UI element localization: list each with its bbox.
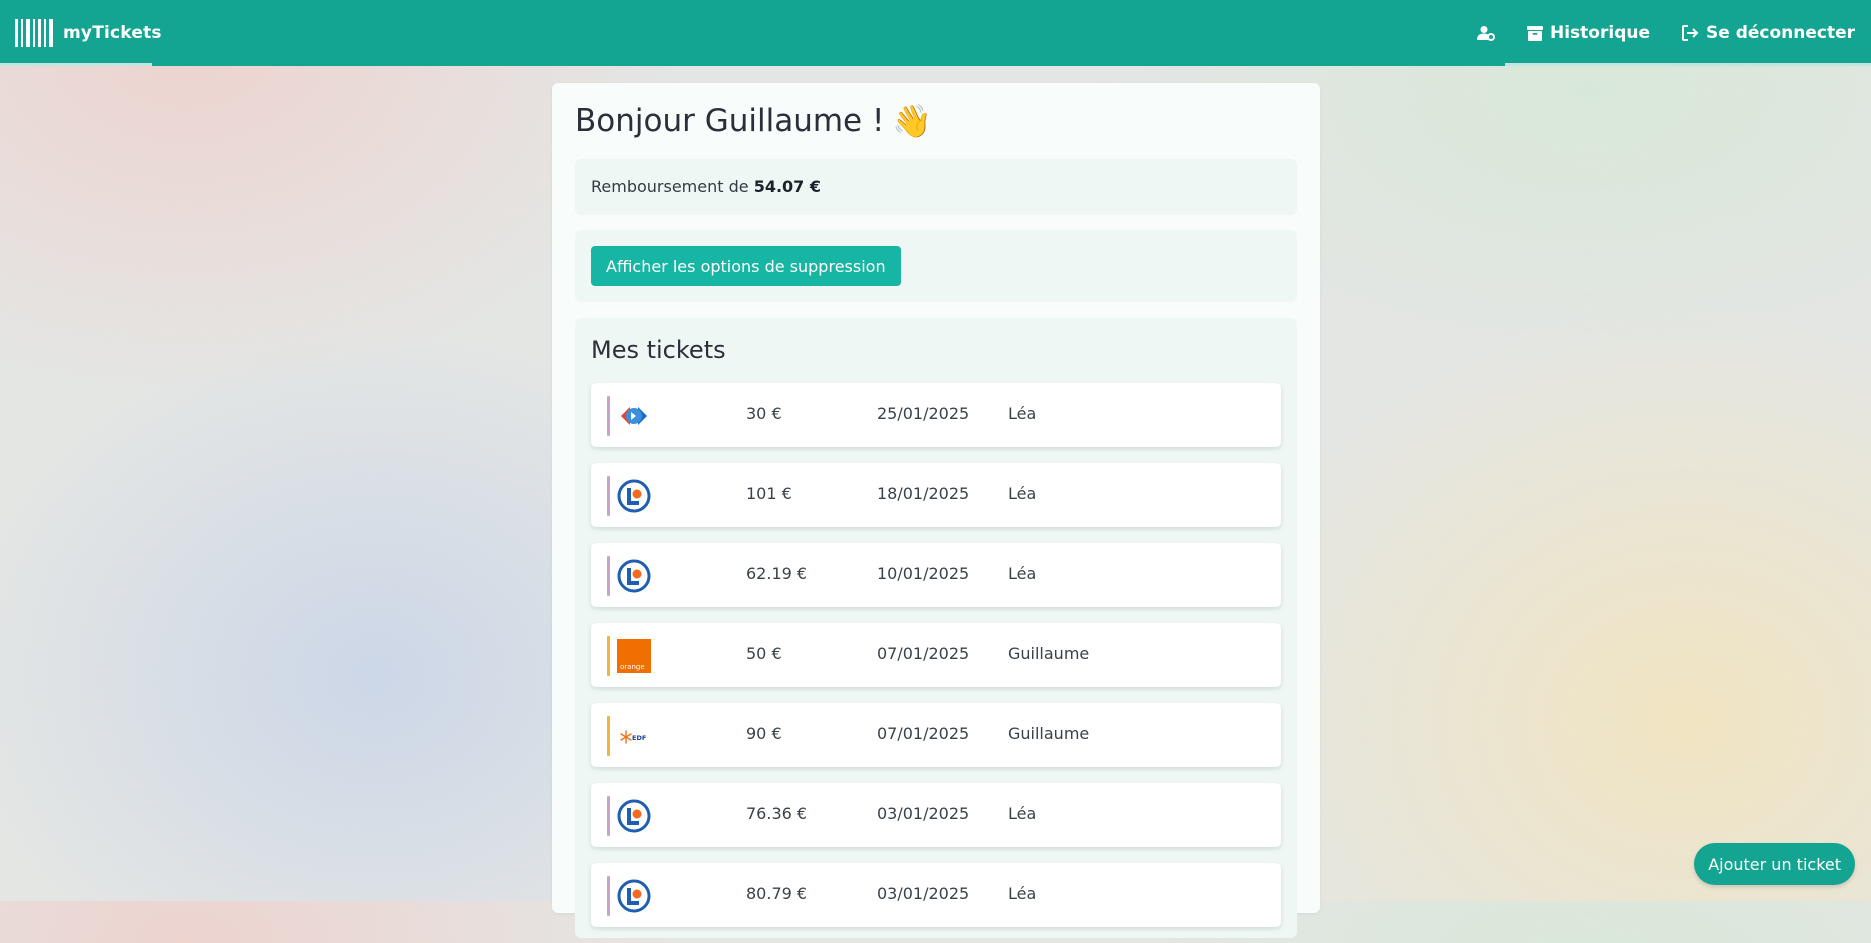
- profile-settings-button[interactable]: [1477, 25, 1495, 41]
- ticket-row[interactable]: 80.79 € 03/01/2025 Léa: [591, 863, 1281, 927]
- ticket-accent-bar: [607, 636, 610, 676]
- nav-underline-left: [0, 63, 152, 66]
- actions-panel: Afficher les options de suppression: [575, 230, 1297, 302]
- ticket-date: 07/01/2025: [877, 644, 970, 663]
- brand-name: myTickets: [63, 23, 162, 43]
- ticket-accent-bar: [607, 396, 610, 436]
- ticket-amount: 62.19 €: [746, 564, 808, 583]
- ticket-accent-bar: [607, 796, 610, 836]
- ticket-row[interactable]: 30 € 25/01/2025 Léa: [591, 383, 1281, 447]
- brand-link[interactable]: myTickets: [15, 18, 162, 48]
- nav-underline-right: [1505, 63, 1871, 66]
- ticket-date: 03/01/2025: [877, 884, 970, 903]
- ticket-amount: 76.36 €: [746, 804, 808, 823]
- ticket-amount: 80.79 €: [746, 884, 808, 903]
- waving-hand-icon: 👋: [892, 102, 933, 140]
- ticket-person: Léa: [1008, 484, 1037, 503]
- archive-icon: [1527, 25, 1543, 41]
- refund-amount: 54.07 €: [753, 177, 822, 196]
- svg-text:EDF: EDF: [632, 734, 646, 742]
- ticket-list: 30 €25/01/2025 Léa 101 €18/01/2025 Léa 62.19…: [591, 383, 1281, 943]
- history-link[interactable]: Historique: [1527, 23, 1650, 43]
- ticket-amount: 30 €: [746, 404, 782, 423]
- nav-actions: Historique Se déconnecter: [1477, 18, 1855, 48]
- top-navbar: myTickets Historique Se déconnecter: [0, 0, 1871, 66]
- user-cog-icon: [1477, 26, 1495, 41]
- ticket-accent-bar: [607, 556, 610, 596]
- ticket-amount: 101 €: [746, 484, 792, 503]
- orange-logo: orange: [617, 639, 651, 673]
- ticket-accent-bar: [607, 876, 610, 916]
- logout-icon: [1682, 25, 1699, 41]
- ticket-date: 25/01/2025: [877, 404, 970, 423]
- ticket-date: 18/01/2025: [877, 484, 970, 503]
- main-card: Bonjour Guillaume ! 👋 Remboursement de 5…: [552, 83, 1320, 938]
- ticket-person: Guillaume: [1008, 724, 1090, 743]
- greeting-text: Bonjour Guillaume !: [575, 103, 885, 139]
- ticket-person: Léa: [1008, 564, 1037, 583]
- leclerc-logo: [617, 799, 651, 833]
- carrefour-logo: [617, 399, 651, 433]
- svg-text:orange: orange: [620, 663, 645, 671]
- show-delete-options-button[interactable]: Afficher les options de suppression: [591, 246, 901, 286]
- barcode-icon: [15, 19, 53, 47]
- ticket-row[interactable]: EDF 90 € 07/01/2025 Guillaume: [591, 703, 1281, 767]
- refund-summary: Remboursement de 54.07 €: [591, 177, 821, 196]
- leclerc-logo: [617, 559, 651, 593]
- ticket-date: 07/01/2025: [877, 724, 970, 743]
- refund-panel: Remboursement de 54.07 €: [575, 159, 1297, 215]
- ticket-row[interactable]: 76.36 € 03/01/2025 Léa: [591, 783, 1281, 847]
- leclerc-logo: [617, 479, 651, 513]
- ticket-person: Léa: [1008, 404, 1037, 423]
- history-label: Historique: [1550, 23, 1650, 43]
- ticket-amount: 50 €: [746, 644, 782, 663]
- ticket-row[interactable]: 101 € 18/01/2025 Léa: [591, 463, 1281, 527]
- ticket-row[interactable]: 62.19 € 10/01/2025 Léa: [591, 543, 1281, 607]
- page-title: Bonjour Guillaume ! 👋: [575, 103, 932, 139]
- ticket-person: Guillaume: [1008, 644, 1090, 663]
- ticket-date: 03/01/2025: [877, 804, 970, 823]
- ticket-accent-bar: [607, 716, 610, 756]
- refund-prefix: Remboursement de: [591, 177, 749, 196]
- logout-link[interactable]: Se déconnecter: [1682, 23, 1855, 43]
- edf-logo: EDF: [617, 719, 651, 753]
- ticket-accent-bar: [607, 476, 610, 516]
- tickets-panel: Mes tickets 30 € 25/01/2025 Léa 101 € 18/01/…: [575, 318, 1297, 938]
- ticket-date: 10/01/2025: [877, 564, 970, 583]
- logout-label: Se déconnecter: [1706, 23, 1855, 43]
- ticket-person: Léa: [1008, 884, 1037, 903]
- add-ticket-button[interactable]: Ajouter un ticket: [1694, 843, 1855, 885]
- ticket-amount: 90 €: [746, 724, 782, 743]
- leclerc-logo: [617, 879, 651, 913]
- ticket-person: Léa: [1008, 804, 1037, 823]
- tickets-title: Mes tickets: [591, 336, 726, 364]
- ticket-row[interactable]: orange 50 € 07/01/2025 Guillaume: [591, 623, 1281, 687]
